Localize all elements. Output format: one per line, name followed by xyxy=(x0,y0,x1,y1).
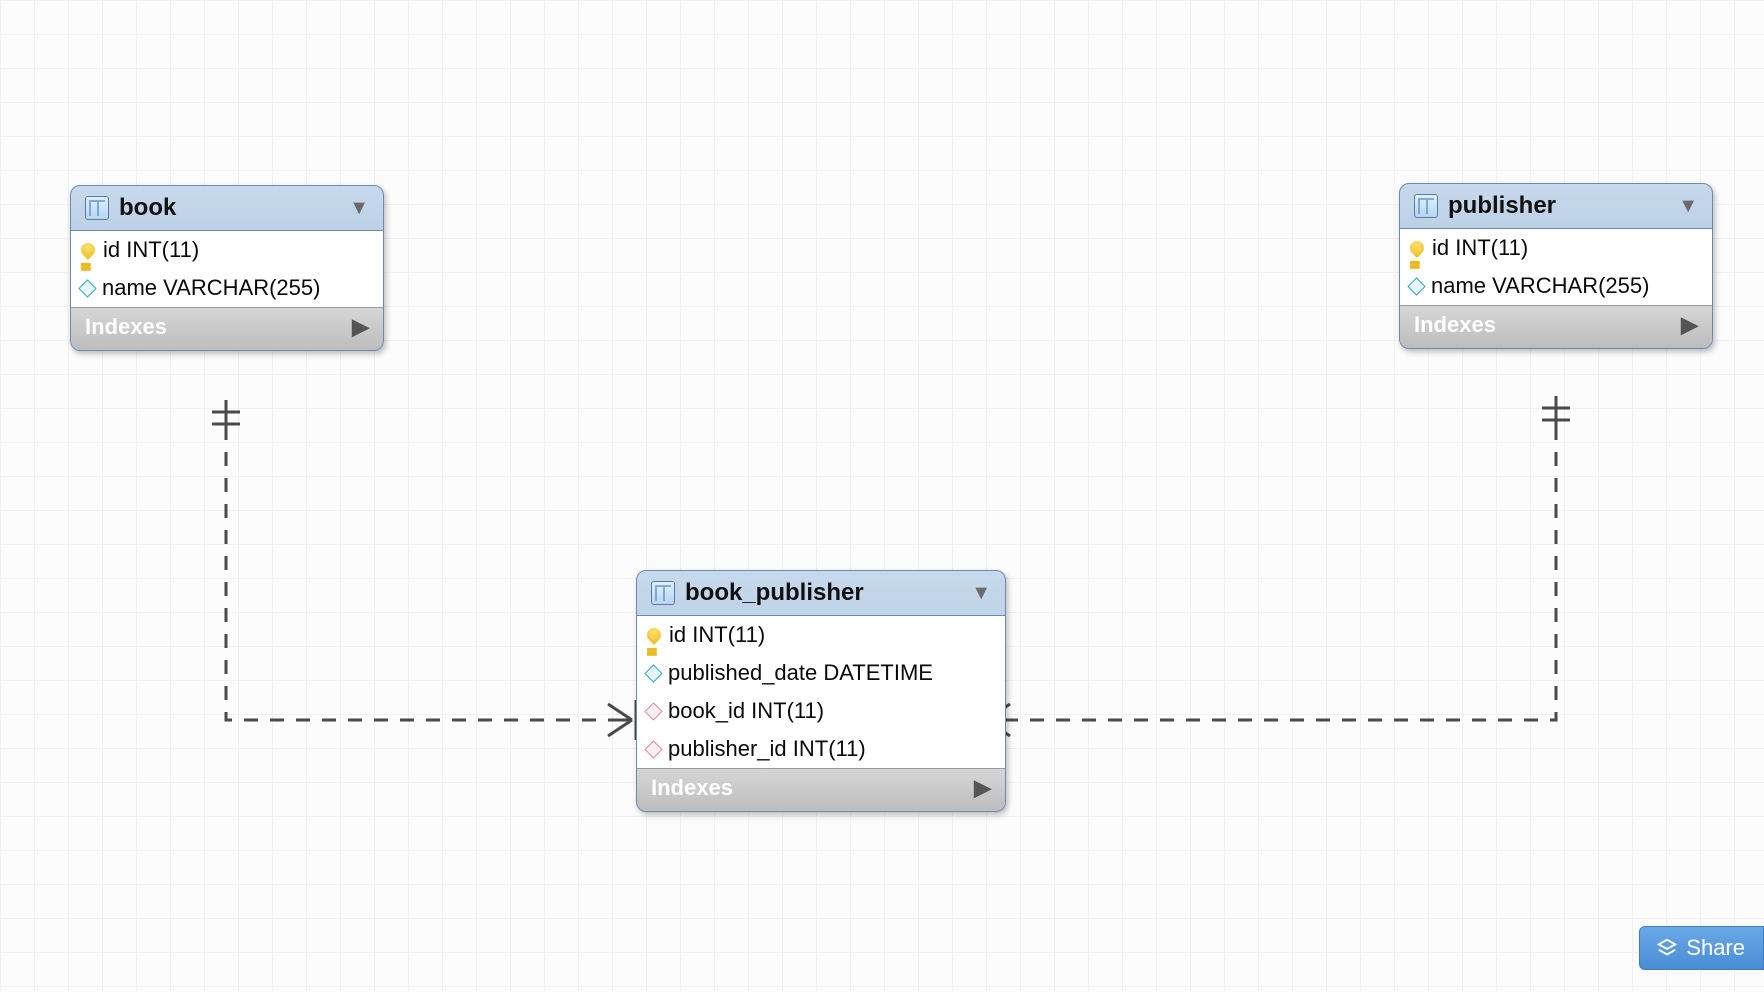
entity-book-publisher-header[interactable]: book_publisher ▼ xyxy=(637,571,1005,615)
diamond-icon xyxy=(644,702,662,720)
column-row[interactable]: id INT(11) xyxy=(1400,229,1712,267)
entity-book-publisher[interactable]: book_publisher ▼ id INT(11) published_da… xyxy=(636,570,1006,812)
entity-book-title: book xyxy=(119,194,176,222)
column-row[interactable]: book_id INT(11) xyxy=(637,692,1005,730)
indexes-row[interactable]: Indexes ▶ xyxy=(1400,305,1712,348)
column-row[interactable]: published_date DATETIME xyxy=(637,654,1005,692)
diamond-icon xyxy=(644,740,662,758)
column-label: id INT(11) xyxy=(669,622,765,648)
column-row[interactable]: publisher_id INT(11) xyxy=(637,730,1005,768)
entity-publisher[interactable]: publisher ▼ id INT(11) name VARCHAR(255)… xyxy=(1399,183,1713,349)
table-icon xyxy=(1414,194,1438,218)
column-label: id INT(11) xyxy=(1432,235,1528,261)
entity-publisher-header[interactable]: publisher ▼ xyxy=(1400,184,1712,228)
share-button-label: Share xyxy=(1686,935,1745,961)
column-label: published_date DATETIME xyxy=(668,660,933,686)
column-row[interactable]: name VARCHAR(255) xyxy=(1400,267,1712,305)
entity-publisher-title: publisher xyxy=(1448,192,1556,220)
entity-book[interactable]: book ▼ id INT(11) name VARCHAR(255) Inde… xyxy=(70,185,384,351)
column-label: name VARCHAR(255) xyxy=(1431,273,1649,299)
entity-book-columns: id INT(11) name VARCHAR(255) xyxy=(71,230,383,307)
key-icon xyxy=(1407,238,1427,258)
table-icon xyxy=(651,581,675,605)
share-button[interactable]: Share xyxy=(1639,926,1764,970)
column-label: id INT(11) xyxy=(103,237,199,263)
entity-publisher-columns: id INT(11) name VARCHAR(255) xyxy=(1400,228,1712,305)
chevron-down-icon[interactable]: ▼ xyxy=(349,197,369,220)
key-icon xyxy=(78,240,98,260)
chevron-right-icon: ▶ xyxy=(1681,312,1698,338)
er-relationships xyxy=(0,0,1764,992)
chevron-right-icon: ▶ xyxy=(352,314,369,340)
diamond-icon xyxy=(644,664,662,682)
diamond-icon xyxy=(1407,277,1425,295)
column-row[interactable]: id INT(11) xyxy=(71,231,383,269)
key-icon xyxy=(644,625,664,645)
table-icon xyxy=(85,196,109,220)
column-label: name VARCHAR(255) xyxy=(102,275,320,301)
entity-book-header[interactable]: book ▼ xyxy=(71,186,383,230)
indexes-row[interactable]: Indexes ▶ xyxy=(71,307,383,350)
layers-icon xyxy=(1656,937,1678,959)
diamond-icon xyxy=(78,279,96,297)
indexes-label: Indexes xyxy=(651,775,733,801)
indexes-row[interactable]: Indexes ▶ xyxy=(637,768,1005,811)
indexes-label: Indexes xyxy=(1414,312,1496,338)
entity-book-publisher-columns: id INT(11) published_date DATETIME book_… xyxy=(637,615,1005,768)
indexes-label: Indexes xyxy=(85,314,167,340)
chevron-down-icon[interactable]: ▼ xyxy=(971,582,991,605)
column-row[interactable]: id INT(11) xyxy=(637,616,1005,654)
entity-book-publisher-title: book_publisher xyxy=(685,579,864,607)
chevron-right-icon: ▶ xyxy=(974,775,991,801)
chevron-down-icon[interactable]: ▼ xyxy=(1678,195,1698,218)
column-row[interactable]: name VARCHAR(255) xyxy=(71,269,383,307)
column-label: book_id INT(11) xyxy=(668,698,824,724)
column-label: publisher_id INT(11) xyxy=(668,736,866,762)
